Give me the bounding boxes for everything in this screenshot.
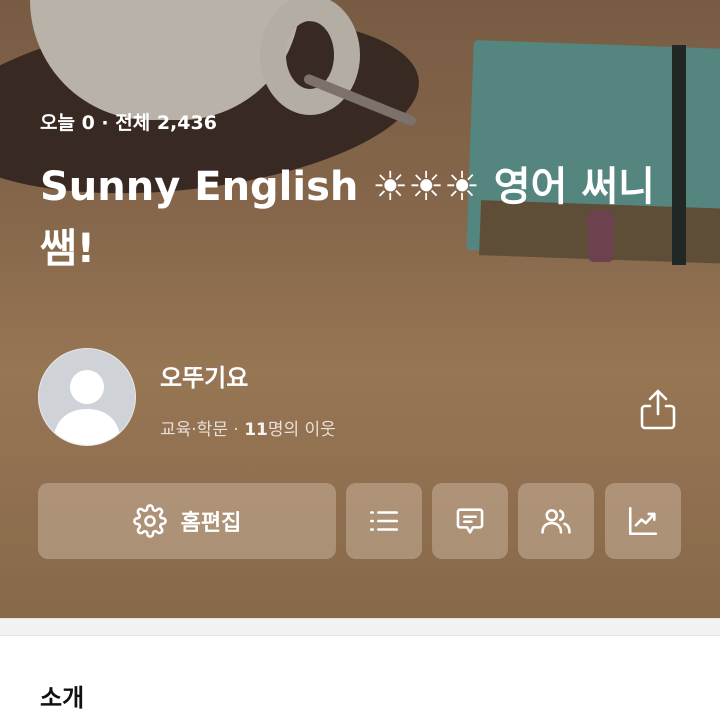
section-divider xyxy=(0,618,720,636)
post-list-button[interactable] xyxy=(346,483,422,559)
share-icon xyxy=(640,389,676,430)
comment-icon xyxy=(456,508,484,534)
home-edit-label: 홈편집 xyxy=(180,511,242,536)
stats-button[interactable] xyxy=(605,483,681,559)
comment-button[interactable] xyxy=(432,483,508,559)
blog-cover: 오늘 0 · 전체 2,436 Sunny English ☀☀☀ 영어 써니쌤… xyxy=(0,0,720,618)
default-avatar-icon xyxy=(53,370,121,445)
neighbor-count: 11 xyxy=(244,420,268,440)
avatar[interactable] xyxy=(38,348,136,446)
visit-counter: 오늘 0 · 전체 2,436 xyxy=(40,112,217,134)
intro-section-title: 소개 xyxy=(40,684,85,712)
share-button[interactable] xyxy=(636,386,680,434)
neighbor-label: 명의 이웃 xyxy=(267,420,336,440)
blog-meta: 교육·학문 · 11명의 이웃 xyxy=(160,415,336,440)
list-icon xyxy=(369,511,399,531)
blog-category: 교육·학문 · xyxy=(160,420,245,440)
gear-icon xyxy=(132,504,167,538)
stats-icon xyxy=(628,506,658,536)
neighbors-button[interactable] xyxy=(518,483,594,559)
blogger-nickname[interactable]: 오뚜기요 xyxy=(160,358,248,393)
blog-title: Sunny English ☀☀☀ 영어 써니쌤! xyxy=(40,164,655,272)
neighbors-icon xyxy=(541,509,571,534)
home-edit-button[interactable]: 홈편집 xyxy=(38,483,336,559)
